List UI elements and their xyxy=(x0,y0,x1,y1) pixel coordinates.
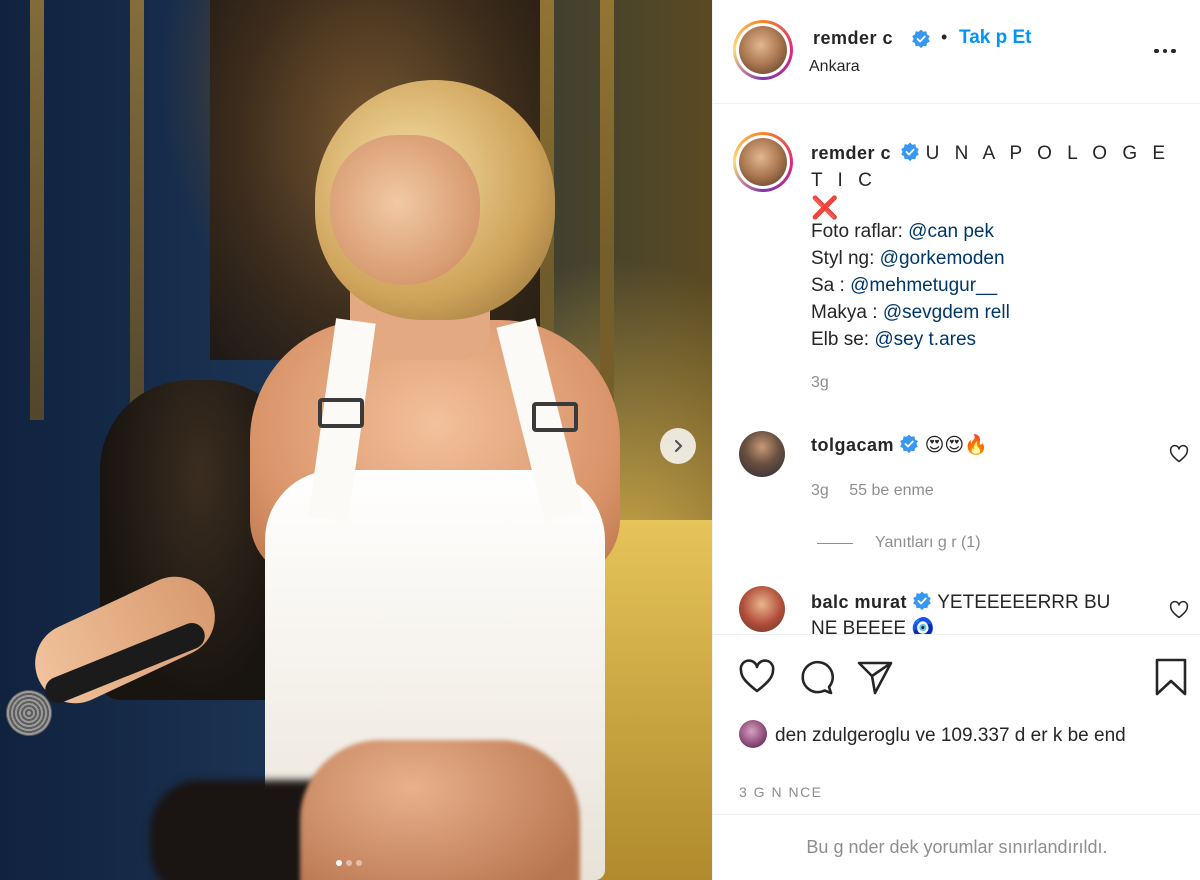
heart-icon[interactable] xyxy=(1169,600,1189,620)
mention-link[interactable]: @mehmetugur__ xyxy=(850,275,997,296)
carousel-dot xyxy=(346,860,352,866)
performer-face xyxy=(330,135,480,285)
carousel-next-button[interactable] xyxy=(660,428,696,464)
post-date[interactable]: 3 G N NCE xyxy=(739,784,823,800)
author-username[interactable]: remder c xyxy=(813,28,893,49)
heart-icon[interactable] xyxy=(1169,444,1189,464)
carousel-dot xyxy=(336,860,342,866)
comments-list[interactable]: remder c U N A P O L O G E T I C ❌ Foto … xyxy=(713,104,1200,634)
commenter-avatar[interactable] xyxy=(739,431,785,477)
first-liker[interactable]: den zdulgeroglu xyxy=(775,725,910,746)
caption: remder c U N A P O L O G E T I C ❌ xyxy=(811,140,1181,223)
comment-body: 😍😍🔥 xyxy=(924,435,988,456)
strap-buckle xyxy=(318,398,364,428)
more-options-icon[interactable] xyxy=(1154,41,1184,61)
commenter-username[interactable]: balc murat xyxy=(811,592,907,612)
carousel-indicator xyxy=(336,860,362,866)
chevron-right-icon xyxy=(674,439,683,453)
mention-link[interactable]: @can pek xyxy=(908,221,994,242)
likes-rest[interactable]: ve 109.337 d er k be end xyxy=(910,725,1125,746)
view-replies-button[interactable]: Yanıtları g r (1) xyxy=(817,534,981,552)
follow-button[interactable]: Tak p Et xyxy=(959,27,1032,49)
mention-link[interactable]: @sevgdem rell xyxy=(883,302,1010,323)
comment-text: tolgacam 😍😍🔥 xyxy=(811,432,1141,459)
verified-badge-icon xyxy=(901,142,920,162)
credit-line: Foto raflar: @can pek xyxy=(811,221,994,242)
header-separator: • xyxy=(941,27,948,47)
credit-line: Makya : @sevgdem rell xyxy=(811,302,1010,323)
comment-text: balc murat YETEEEEERRR BU NE BEEEE 🧿 xyxy=(811,589,1141,634)
comment-meta: 3g 55 be enme xyxy=(811,482,934,500)
post-actions xyxy=(713,634,1200,697)
credit-line: Styl ng: @gorkemoden xyxy=(811,248,1005,269)
bookmark-icon[interactable] xyxy=(1151,657,1191,697)
strap-buckle xyxy=(532,402,578,432)
comment-likes[interactable]: 55 be enme xyxy=(849,482,934,499)
commenter-avatar[interactable] xyxy=(739,586,785,632)
author-avatar[interactable] xyxy=(733,20,793,80)
caption-time[interactable]: 3g xyxy=(811,374,829,392)
share-icon[interactable] xyxy=(855,657,895,697)
background-curtain xyxy=(130,0,144,420)
credit-line: Sa : @mehmetugur__ xyxy=(811,275,998,296)
likes-summary[interactable]: den zdulgeroglu ve 109.337 d er k be end xyxy=(739,720,1179,749)
verified-badge-icon xyxy=(913,591,932,611)
credit-line: Elb se: @sey t.ares xyxy=(811,329,977,350)
mention-link[interactable]: @gorkemoden xyxy=(880,248,1005,269)
post-sidebar: remder c • Tak p Et Ankara remder c U N … xyxy=(712,0,1200,880)
comments-limited-text: Bu g nder dek yorumlar sınırlandırıldı. xyxy=(806,837,1108,857)
view-replies-label: Yanıtları g r (1) xyxy=(875,534,981,551)
caption-credits: Foto raflar: @can pek Styl ng: @gorkemod… xyxy=(811,218,1010,353)
post-header: remder c • Tak p Et Ankara xyxy=(713,0,1200,104)
mention-link[interactable]: @sey t.ares xyxy=(874,329,976,350)
liker-avatar[interactable] xyxy=(739,720,767,748)
cross-mark-emoji: ❌ xyxy=(811,195,839,220)
foreground-hand xyxy=(300,740,580,880)
caption-avatar[interactable] xyxy=(733,132,793,192)
comment-time[interactable]: 3g xyxy=(811,482,829,499)
microphone-head xyxy=(6,690,52,736)
commenter-username[interactable]: tolgacam xyxy=(811,435,894,455)
background-curtain xyxy=(30,0,44,420)
post-photo[interactable] xyxy=(0,0,712,880)
caption-author[interactable]: remder c xyxy=(811,143,891,163)
carousel-dot xyxy=(356,860,362,866)
replies-divider xyxy=(817,542,853,544)
background-curtain xyxy=(600,0,614,420)
heart-icon[interactable] xyxy=(737,657,777,697)
verified-badge-icon xyxy=(900,434,919,454)
post-location[interactable]: Ankara xyxy=(809,58,860,76)
comment-icon[interactable] xyxy=(795,657,835,697)
verified-badge-icon xyxy=(912,29,930,49)
comments-limited-notice: Bu g nder dek yorumlar sınırlandırıldı. xyxy=(713,814,1200,880)
